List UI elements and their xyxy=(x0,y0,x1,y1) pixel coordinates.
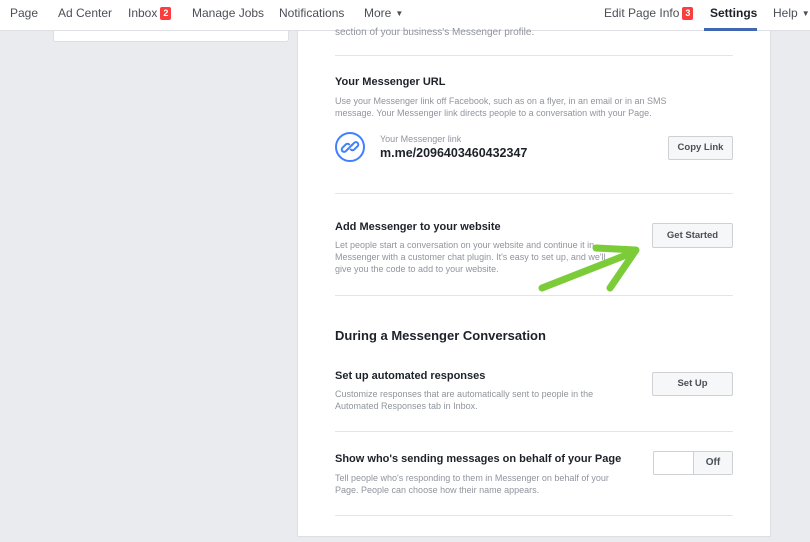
toggle-state-label: Off xyxy=(693,452,732,474)
divider xyxy=(335,55,733,56)
annotation-arrow-icon xyxy=(538,244,640,292)
nav-ad-center[interactable]: Ad Center xyxy=(58,6,112,20)
automated-responses-desc-1: Customize responses that are automatical… xyxy=(335,389,594,399)
nav-help[interactable]: Help ▼ xyxy=(773,6,810,20)
divider xyxy=(335,431,733,432)
behalf-title: Show who's sending messages on behalf of… xyxy=(335,453,622,465)
nav-notifications[interactable]: Notifications xyxy=(279,6,344,20)
nav-manage-jobs[interactable]: Manage Jobs xyxy=(192,6,264,20)
nav-edit-page-info[interactable]: Edit Page Info 3 xyxy=(604,6,694,20)
messenger-url-title: Your Messenger URL xyxy=(335,76,446,88)
nav-page[interactable]: Page xyxy=(10,6,38,20)
conversation-heading: During a Messenger Conversation xyxy=(335,328,546,343)
messenger-link-value: m.me/2096403460432347 xyxy=(380,146,528,160)
nav-more[interactable]: More ▼ xyxy=(364,6,403,20)
behalf-toggle[interactable]: Off xyxy=(653,451,733,475)
caret-down-icon: ▼ xyxy=(801,9,810,18)
copy-link-button[interactable]: Copy Link xyxy=(668,136,733,160)
behalf-desc-2: Page. People can choose how their name a… xyxy=(335,485,540,495)
messenger-link-label: Your Messenger link xyxy=(380,134,462,144)
nav-inbox[interactable]: Inbox 2 xyxy=(128,6,172,20)
add-website-title: Add Messenger to your website xyxy=(335,221,501,233)
nav-help-label: Help xyxy=(773,6,798,20)
nav-settings[interactable]: Settings xyxy=(710,6,757,20)
add-website-desc-3: give you the code to add to your website… xyxy=(335,264,499,274)
automated-responses-desc-2: Automated Responses tab in Inbox. xyxy=(335,401,478,411)
divider xyxy=(335,193,733,194)
caret-down-icon: ▼ xyxy=(395,9,404,18)
automated-responses-title: Set up automated responses xyxy=(335,370,486,382)
divider xyxy=(335,295,733,296)
messenger-url-desc-2: message. Your Messenger link directs peo… xyxy=(335,108,652,118)
inbox-badge: 2 xyxy=(160,7,172,20)
nav-more-label: More xyxy=(364,6,392,20)
set-up-button[interactable]: Set Up xyxy=(652,372,733,396)
link-icon xyxy=(335,132,365,162)
cut-off-text: section of your business's Messenger pro… xyxy=(335,27,535,38)
messenger-settings-panel: section of your business's Messenger pro… xyxy=(297,27,771,537)
left-column-card xyxy=(53,31,289,42)
messenger-url-desc-1: Use your Messenger link off Facebook, su… xyxy=(335,96,667,106)
nav-edit-page-info-label: Edit Page Info xyxy=(604,6,680,20)
nav-inbox-label: Inbox xyxy=(128,6,158,20)
behalf-desc-1: Tell people who's responding to them in … xyxy=(335,473,609,483)
get-started-button[interactable]: Get Started xyxy=(652,223,733,248)
edit-page-info-badge: 3 xyxy=(682,7,694,20)
divider xyxy=(335,515,733,516)
